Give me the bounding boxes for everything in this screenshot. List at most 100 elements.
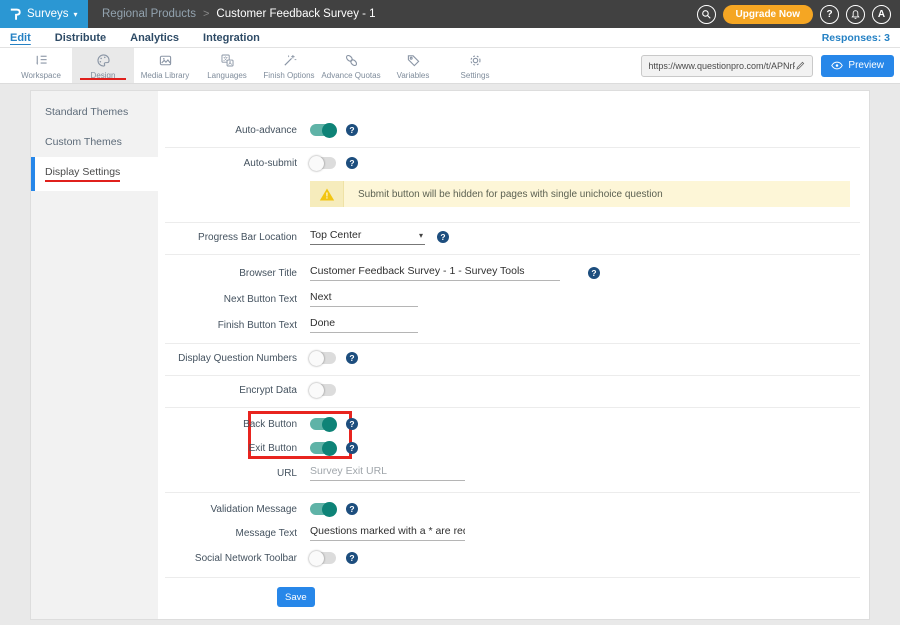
back-button-row: Back Button ? [158, 415, 869, 433]
tool-advance-quotas[interactable]: Advance Quotas [320, 48, 382, 83]
tool-variables-label: Variables [397, 71, 430, 80]
workspace-background: Standard Themes Custom Themes Display Se… [0, 84, 900, 625]
social-network-toolbar-help-icon[interactable]: ? [346, 552, 358, 564]
auto-advance-toggle[interactable] [310, 124, 336, 136]
divider [165, 492, 860, 493]
progress-bar-location-label: Progress Bar Location [158, 232, 297, 243]
tool-finish-options-label: Finish Options [263, 71, 314, 80]
exit-button-toggle[interactable] [310, 442, 336, 454]
survey-url-text: https://www.questionpro.com/t/APNrFZ [648, 61, 795, 71]
sidebar-item-display-settings[interactable]: Display Settings [31, 157, 158, 191]
divider [165, 222, 860, 223]
message-text-row: Message Text [158, 524, 869, 542]
next-button-text-row: Next Button Text [158, 290, 869, 308]
auto-submit-help-icon[interactable]: ? [346, 157, 358, 169]
tool-advance-quotas-label: Advance Quotas [321, 71, 380, 80]
nav-tab-edit[interactable]: Edit [10, 32, 31, 44]
survey-url-field[interactable]: https://www.questionpro.com/t/APNrFZ [641, 55, 813, 77]
divider [165, 343, 860, 344]
finish-button-text-label: Finish Button Text [158, 320, 297, 331]
auto-submit-toggle[interactable] [310, 157, 336, 169]
display-settings-form: Auto-advance ? Auto-submit ? ! [158, 91, 869, 619]
warning-banner: ! Submit button will be hidden for pages… [310, 181, 850, 207]
message-text-input[interactable] [310, 525, 465, 541]
search-button[interactable] [697, 5, 716, 24]
social-network-toolbar-label: Social Network Toolbar [158, 553, 297, 564]
divider [165, 375, 860, 376]
warning-icon-box: ! [310, 181, 344, 207]
progress-bar-help-icon[interactable]: ? [437, 231, 449, 243]
auto-advance-help-icon[interactable]: ? [346, 124, 358, 136]
sidebar-item-standard-themes[interactable]: Standard Themes [31, 97, 158, 127]
next-button-text-input[interactable] [310, 291, 418, 307]
validation-message-toggle[interactable] [310, 503, 336, 515]
progress-bar-location-value: Top Center [310, 229, 361, 241]
finish-button-text-input[interactable] [310, 317, 418, 333]
edit-pencil-icon[interactable] [795, 60, 806, 71]
back-button-toggle[interactable] [310, 418, 336, 430]
breadcrumb: Regional Products > Customer Feedback Su… [102, 0, 376, 28]
save-button[interactable]: Save [277, 587, 315, 607]
finish-button-text-row: Finish Button Text [158, 316, 869, 334]
tag-icon [405, 52, 422, 69]
back-button-help-icon[interactable]: ? [346, 418, 358, 430]
tool-design[interactable]: Design [72, 48, 134, 83]
tool-media-library[interactable]: Media Library [134, 48, 196, 83]
encrypt-data-row: Encrypt Data [158, 381, 869, 399]
tool-workspace[interactable]: Workspace [10, 48, 72, 83]
sidebar-item-custom-themes[interactable]: Custom Themes [31, 127, 158, 157]
breadcrumb-survey-title: Customer Feedback Survey - 1 [216, 8, 375, 20]
nav-tab-distribute[interactable]: Distribute [55, 32, 106, 44]
chevron-down-icon: ▾ [74, 10, 78, 19]
languages-icon: 文 A [219, 52, 236, 69]
validation-message-row: Validation Message ? [158, 500, 869, 518]
display-question-numbers-toggle[interactable] [310, 352, 336, 364]
validation-message-help-icon[interactable]: ? [346, 503, 358, 515]
tool-languages[interactable]: 文 A Languages [196, 48, 258, 83]
product-menu-label: Surveys [27, 8, 69, 20]
preview-button[interactable]: Preview [821, 55, 894, 77]
warning-triangle-icon: ! [319, 187, 335, 202]
sidebar-item-label: Standard Themes [45, 106, 128, 118]
browser-title-help-icon[interactable]: ? [588, 267, 600, 279]
tool-media-library-label: Media Library [141, 71, 189, 80]
top-bar: Surveys ▾ Regional Products > Customer F… [0, 0, 900, 28]
product-menu[interactable]: Surveys ▾ [0, 0, 88, 28]
tool-settings-label: Settings [461, 71, 490, 80]
validation-message-label: Validation Message [158, 504, 297, 515]
browser-title-label: Browser Title [158, 268, 297, 279]
responses-count[interactable]: Responses: 3 [822, 32, 890, 44]
nav-tab-analytics[interactable]: Analytics [130, 32, 179, 44]
browser-title-input[interactable] [310, 265, 560, 281]
avatar[interactable]: A [872, 5, 891, 24]
workspace-icon [33, 52, 50, 69]
tool-variables[interactable]: Variables [382, 48, 444, 83]
gear-icon [467, 52, 484, 69]
exit-button-help-icon[interactable]: ? [346, 442, 358, 454]
social-network-toolbar-row: Social Network Toolbar ? [158, 549, 869, 567]
progress-bar-location-row: Progress Bar Location Top Center ▾ ? [158, 228, 869, 246]
nav-tab-integration[interactable]: Integration [203, 32, 260, 44]
notifications-button[interactable] [846, 5, 865, 24]
divider [165, 254, 860, 255]
display-question-numbers-help-icon[interactable]: ? [346, 352, 358, 364]
chevron-down-icon: ▾ [419, 231, 423, 240]
upgrade-now-button[interactable]: Upgrade Now [723, 5, 813, 24]
exit-url-row: URL [158, 464, 869, 482]
tool-settings[interactable]: Settings [444, 48, 506, 83]
help-button[interactable]: ? [820, 5, 839, 24]
app-window: Surveys ▾ Regional Products > Customer F… [0, 0, 900, 625]
design-annotation-underline [80, 78, 126, 80]
display-question-numbers-row: Display Question Numbers ? [158, 349, 869, 367]
bell-icon [850, 9, 861, 20]
questionpro-logo-icon [8, 6, 22, 22]
browser-title-row: Browser Title ? [158, 264, 869, 282]
tool-finish-options[interactable]: Finish Options [258, 48, 320, 83]
progress-bar-location-select[interactable]: Top Center ▾ [310, 229, 425, 245]
social-network-toolbar-toggle[interactable] [310, 552, 336, 564]
encrypt-data-toggle[interactable] [310, 384, 336, 396]
toolbar-right: https://www.questionpro.com/t/APNrFZ Pre… [641, 48, 900, 83]
auto-advance-row: Auto-advance ? [158, 121, 869, 139]
breadcrumb-folder[interactable]: Regional Products [102, 8, 196, 20]
exit-url-input[interactable] [310, 465, 465, 481]
